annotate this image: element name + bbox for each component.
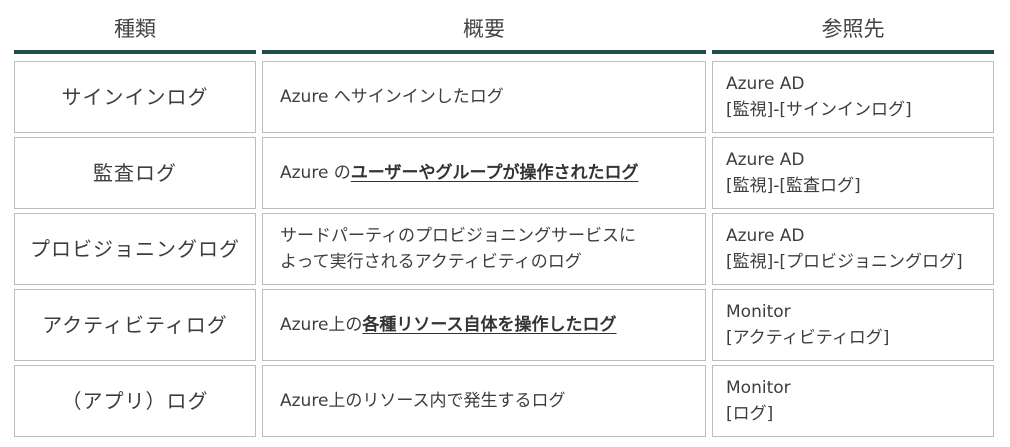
summary-text: Azure上のリソース内で発生するログ	[280, 391, 566, 411]
table-row-summary: Azure のユーザーやグループが操作されたログ	[262, 137, 706, 209]
header-rule-summary	[262, 50, 706, 54]
summary-line-2: よって実行されるアクティビティのログ	[280, 252, 582, 272]
summary-prefix: Azure の	[280, 163, 351, 183]
table-row-reference: Monitor [アクティビティログ]	[712, 289, 994, 361]
table-row-reference: Azure AD [監視]-[サインインログ]	[712, 61, 994, 133]
summary-text: Azure のユーザーやグループが操作されたログ	[280, 160, 638, 186]
reference-path: [監視]-[プロビジョニングログ]	[726, 252, 963, 272]
reference-path: [ログ]	[726, 404, 774, 424]
summary-line-1: サードパーティのプロビジョニングサービスに	[280, 226, 636, 246]
reference-source: Azure AD	[726, 150, 805, 170]
reference-path: [監視]-[サインインログ]	[726, 100, 912, 120]
table-row-summary: Azure上のリソース内で発生するログ	[262, 365, 706, 437]
table-row-summary: サードパーティのプロビジョニングサービスに よって実行されるアクティビティのログ	[262, 213, 706, 285]
summary-prefix: Azure上の	[280, 315, 363, 335]
reference-source: Monitor	[726, 378, 791, 398]
reference-path: [監視]-[監査ログ]	[726, 176, 861, 196]
table-row-summary: Azure へサインインしたログ	[262, 61, 706, 133]
reference-source: Monitor	[726, 302, 791, 322]
table-row-summary: Azure上の各種リソース自体を操作したログ	[262, 289, 706, 361]
table-row-reference: Monitor [ログ]	[712, 365, 994, 437]
table-row-reference: Azure AD [監視]-[プロビジョニングログ]	[712, 213, 994, 285]
header-rule-reference	[712, 50, 994, 54]
header-summary: 概要	[463, 16, 505, 41]
summary-emphasis: ユーザーやグループが操作されたログ	[350, 163, 639, 183]
summary-text: Azure へサインインしたログ	[280, 87, 504, 107]
summary-emphasis: 各種リソース自体を操作したログ	[362, 315, 617, 335]
reference-source: Azure AD	[726, 226, 805, 246]
header-type: 種類	[114, 16, 156, 41]
table-row-reference: Azure AD [監視]-[監査ログ]	[712, 137, 994, 209]
header-rule-type	[14, 50, 256, 54]
summary-text: Azure上の各種リソース自体を操作したログ	[280, 312, 617, 338]
header-reference: 参照先	[821, 16, 885, 41]
table-row-type: （アプリ）ログ	[14, 365, 256, 437]
reference-path: [アクティビティログ]	[726, 328, 890, 348]
table-row-type: アクティビティログ	[14, 289, 256, 361]
table-row-type: プロビジョニングログ	[14, 213, 256, 285]
table-row-type: 監査ログ	[14, 137, 256, 209]
table-row-type: サインインログ	[14, 61, 256, 133]
reference-source: Azure AD	[726, 74, 805, 94]
